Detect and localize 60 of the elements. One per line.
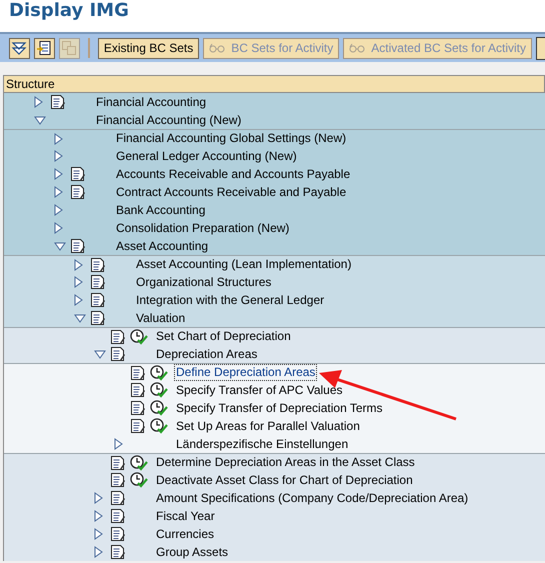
collapse-arrow-icon[interactable] bbox=[54, 242, 66, 250]
document-icon[interactable] bbox=[130, 418, 146, 434]
expand-arrow-icon[interactable] bbox=[114, 438, 123, 450]
expand-arrow-icon[interactable] bbox=[74, 276, 83, 288]
document-icon[interactable] bbox=[110, 508, 126, 524]
clock-check-icon[interactable] bbox=[150, 400, 168, 416]
tree-item[interactable]: Bank Accounting bbox=[114, 202, 208, 218]
expand-arrow-icon[interactable] bbox=[74, 258, 83, 270]
document-icon[interactable] bbox=[110, 544, 126, 560]
column-header: Structure bbox=[4, 75, 545, 93]
clock-check-icon[interactable] bbox=[150, 418, 168, 434]
toolbar-button[interactable] bbox=[536, 36, 545, 60]
tree-item[interactable]: Group Assets bbox=[154, 544, 230, 560]
expand-all-button[interactable] bbox=[9, 38, 30, 58]
expand-arrow-icon[interactable] bbox=[94, 510, 103, 522]
document-icon[interactable] bbox=[90, 256, 106, 272]
document-icon[interactable] bbox=[130, 382, 146, 398]
document-icon[interactable] bbox=[90, 292, 106, 308]
expand-arrow-icon[interactable] bbox=[54, 150, 63, 162]
document-icon[interactable] bbox=[70, 238, 86, 254]
expand-arrow-icon[interactable] bbox=[54, 204, 63, 216]
document-icon[interactable] bbox=[110, 472, 126, 488]
tree-item[interactable]: Valuation bbox=[134, 310, 188, 326]
expand-arrow-icon[interactable] bbox=[54, 168, 63, 180]
clock-check-icon[interactable] bbox=[150, 382, 168, 398]
tree-item[interactable]: Financial Accounting bbox=[94, 94, 208, 110]
document-icon[interactable] bbox=[110, 490, 126, 506]
clock-check-icon[interactable] bbox=[130, 472, 148, 488]
document-icon[interactable] bbox=[130, 400, 146, 416]
document-button[interactable] bbox=[34, 38, 55, 58]
window-title: Display IMG bbox=[0, 0, 545, 34]
tree-item[interactable]: Currencies bbox=[154, 526, 216, 542]
document-icon[interactable] bbox=[50, 94, 66, 110]
document-icon[interactable] bbox=[110, 526, 126, 542]
expand-arrow-icon[interactable] bbox=[34, 96, 43, 108]
expand-arrow-icon[interactable] bbox=[74, 294, 83, 306]
tree-item[interactable]: Fiscal Year bbox=[154, 508, 217, 524]
document-icon[interactable] bbox=[90, 274, 106, 290]
collapse-arrow-icon[interactable] bbox=[94, 350, 106, 358]
collapse-arrow-icon[interactable] bbox=[34, 116, 46, 124]
tree-item[interactable]: Depreciation Areas bbox=[154, 346, 260, 362]
document-icon[interactable] bbox=[90, 310, 106, 326]
toolbar-button[interactable]: Existing BC Sets bbox=[98, 38, 200, 58]
document-icon[interactable] bbox=[130, 364, 146, 380]
expand-arrow-icon[interactable] bbox=[54, 222, 63, 234]
expand-arrow-icon[interactable] bbox=[94, 546, 103, 558]
clock-check-icon[interactable] bbox=[130, 454, 148, 470]
document-icon[interactable] bbox=[110, 454, 126, 470]
expand-arrow-icon[interactable] bbox=[94, 528, 103, 540]
expand-arrow-icon[interactable] bbox=[94, 492, 103, 504]
tree-item[interactable]: Asset Accounting bbox=[114, 238, 210, 254]
document-icon[interactable] bbox=[110, 328, 126, 344]
clock-check-icon[interactable] bbox=[150, 364, 168, 380]
expand-arrow-icon[interactable] bbox=[54, 132, 63, 144]
document-icon[interactable] bbox=[110, 346, 126, 362]
document-icon[interactable] bbox=[70, 184, 86, 200]
clock-check-icon[interactable] bbox=[130, 328, 148, 344]
expand-arrow-icon[interactable] bbox=[54, 186, 63, 198]
collapse-arrow-icon[interactable] bbox=[74, 314, 86, 322]
document-icon[interactable] bbox=[70, 166, 86, 182]
